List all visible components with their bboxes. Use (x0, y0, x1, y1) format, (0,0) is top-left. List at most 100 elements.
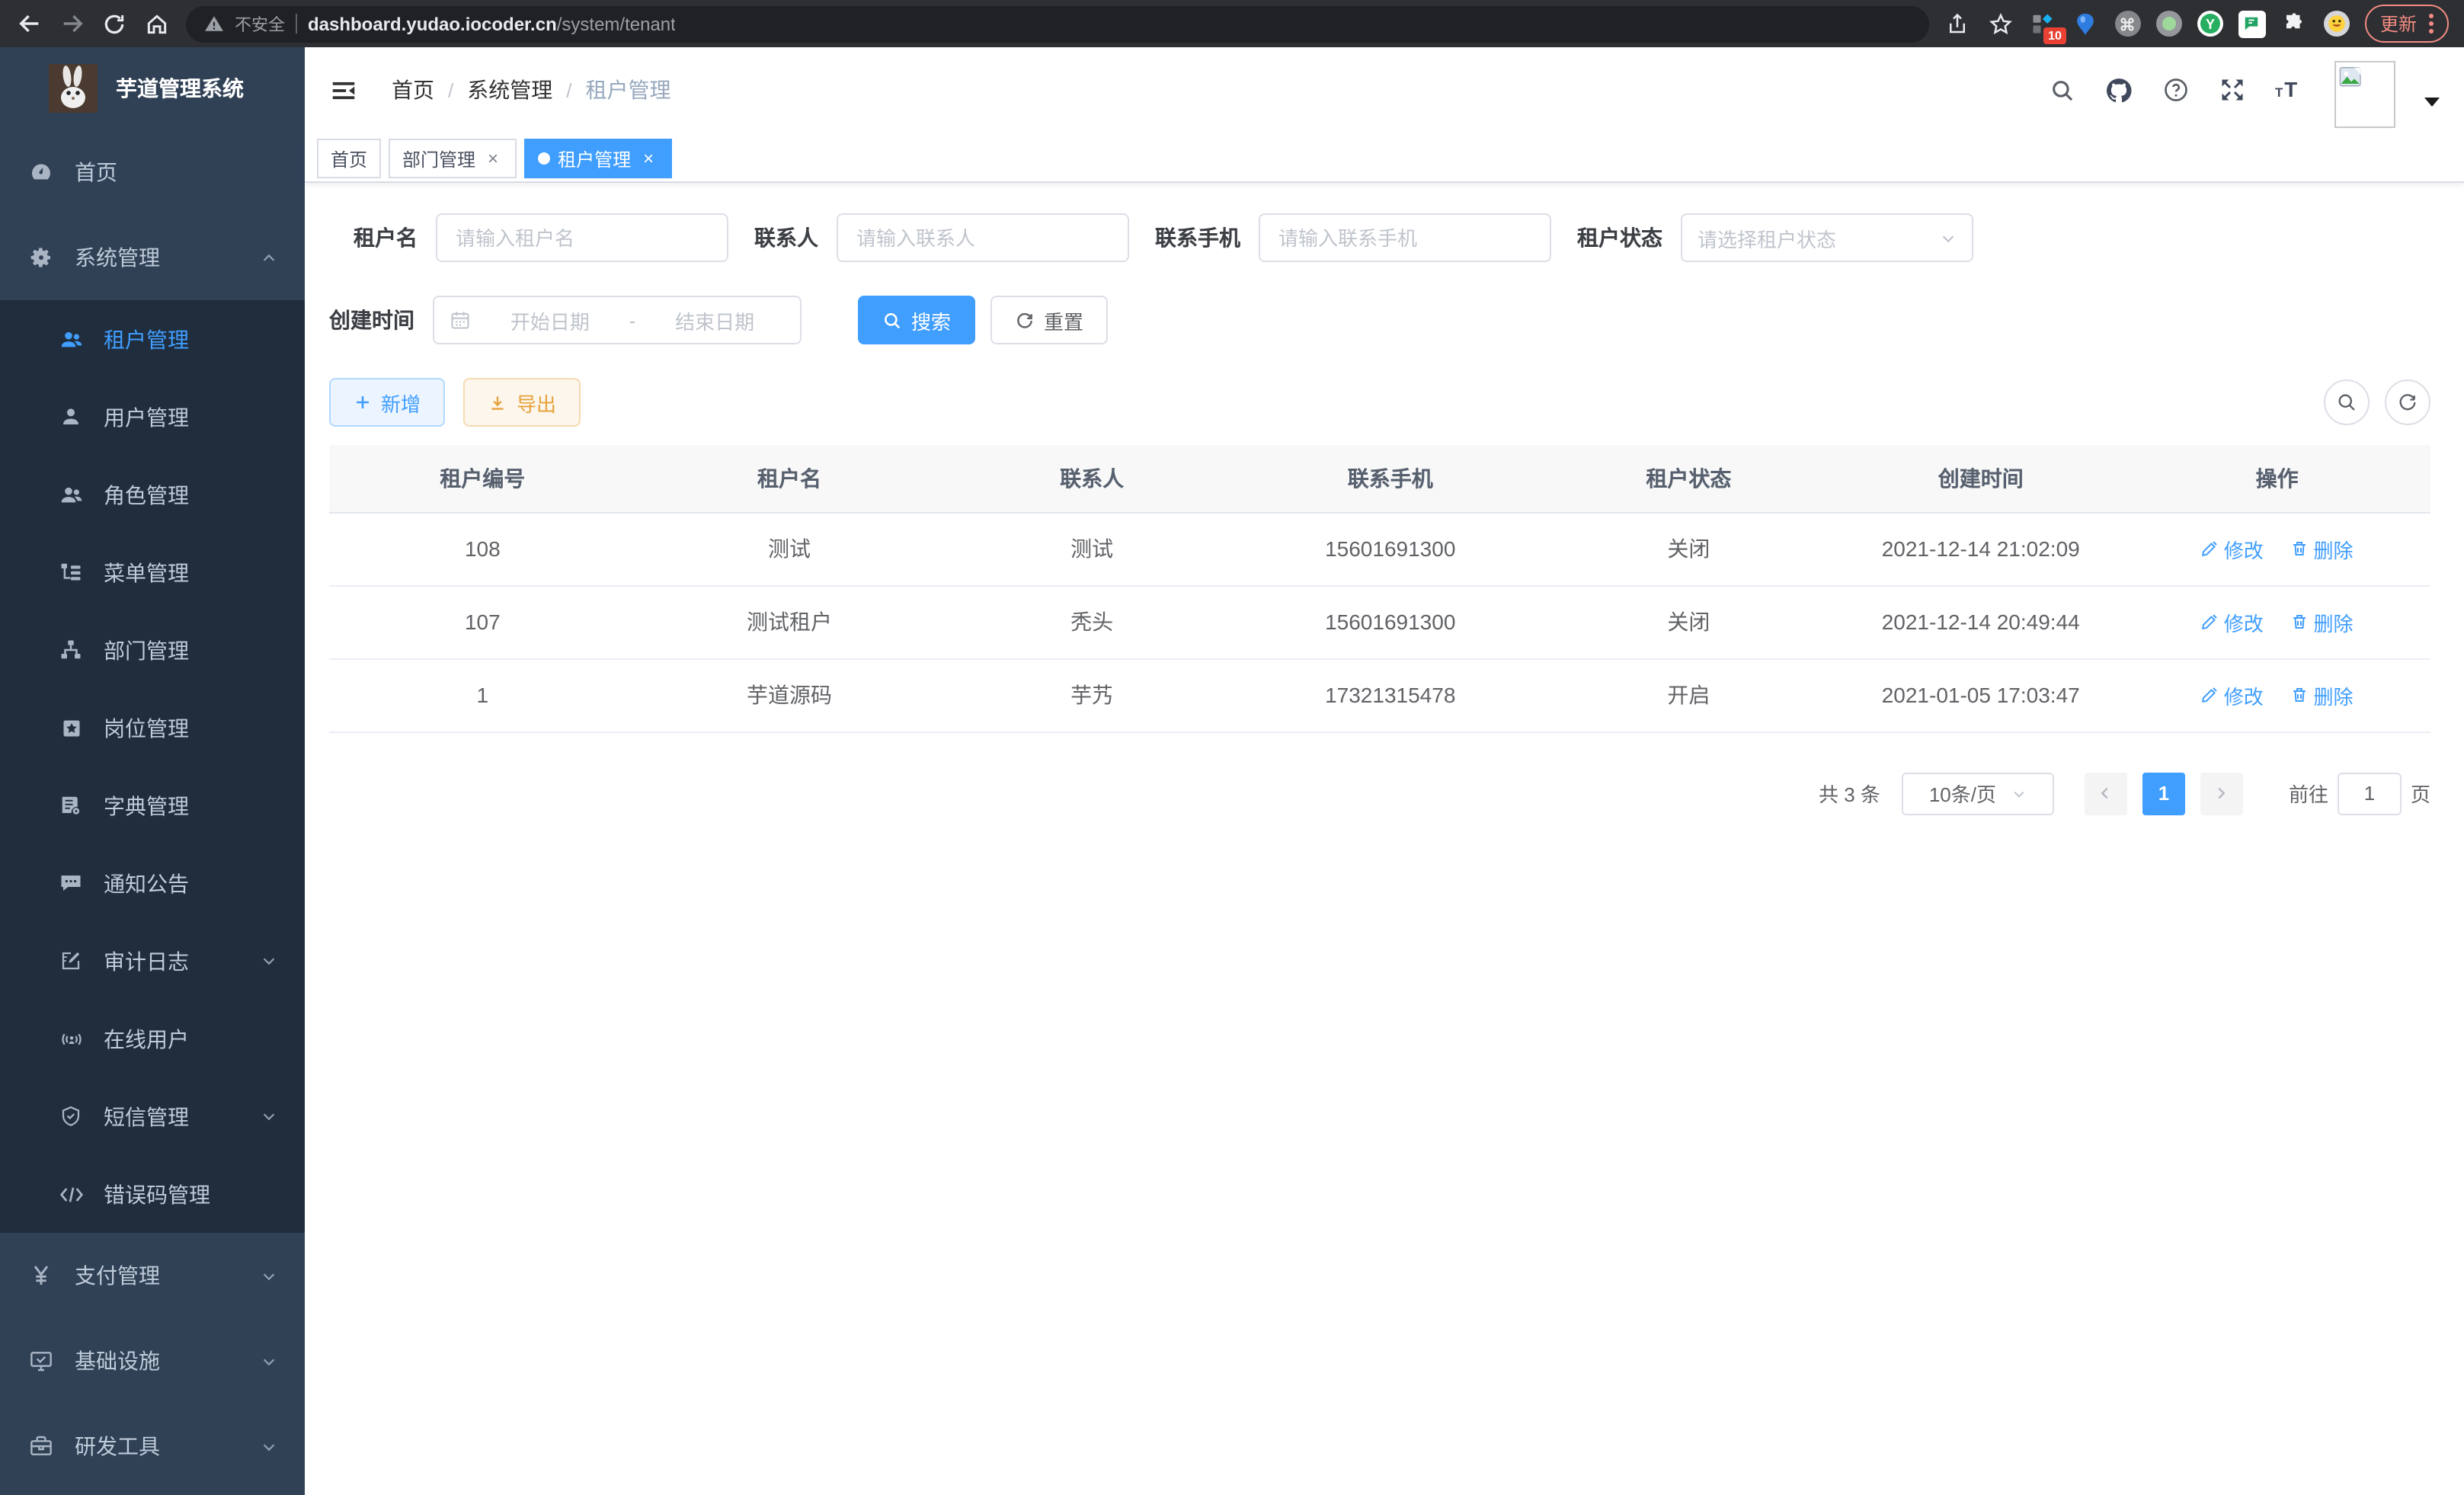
cell-status: 开启 (1540, 658, 1838, 731)
share-icon[interactable] (1944, 10, 1972, 37)
contact-label: 联系人 (754, 222, 818, 253)
date-separator: - (629, 309, 636, 331)
delete-link[interactable]: 删除 (2291, 680, 2354, 709)
breadcrumb-home[interactable]: 首页 (392, 75, 434, 105)
edit-link[interactable]: 修改 (2201, 680, 2264, 709)
org-tree-icon (58, 639, 84, 661)
sidebar-item-label: 字典管理 (104, 790, 189, 821)
tab-dept[interactable]: 部门管理× (389, 139, 517, 178)
extension-command-icon[interactable] (2115, 11, 2141, 37)
gear-icon (27, 245, 53, 270)
sidebar-item-notice[interactable]: 通知公告 (0, 844, 305, 922)
tab-home[interactable]: 首页 (317, 139, 381, 178)
refresh-table-button[interactable] (2385, 379, 2430, 425)
navbar-right: TT (2050, 52, 2440, 128)
browser-menu-kebab-icon[interactable] (2429, 14, 2434, 34)
extension-grey-dot-icon[interactable] (2156, 11, 2182, 37)
sidebar-item-dict[interactable]: 字典管理 (0, 767, 305, 844)
extensions-puzzle-icon[interactable] (2281, 10, 2309, 37)
trash-icon (2291, 539, 2309, 558)
bookmark-star-icon[interactable] (1987, 10, 2014, 37)
close-icon[interactable]: × (638, 149, 658, 168)
sidebar-item-system[interactable]: 系统管理 (0, 215, 305, 300)
trash-icon (2291, 686, 2309, 704)
mobile-input[interactable] (1259, 213, 1551, 262)
address-bar[interactable]: 不安全 dashboard.yudao.iocoder.cn/system/te… (186, 5, 1929, 42)
sidebar-item-user[interactable]: 用户管理 (0, 378, 305, 456)
avatar[interactable] (2334, 61, 2395, 128)
extension-balloon-icon[interactable] (2072, 10, 2100, 37)
avatar-dropdown-caret-icon[interactable] (2424, 98, 2440, 107)
tab-tenant[interactable]: 租户管理× (524, 139, 672, 178)
filter-contact: 联系人 (754, 213, 1129, 262)
sidebar-item-errcode[interactable]: 错误码管理 (0, 1155, 305, 1233)
page-1-button[interactable]: 1 (2142, 772, 2185, 815)
extension-badge: 10 (2043, 27, 2066, 43)
sidebar-item-tenant[interactable]: 租户管理 (0, 300, 305, 378)
sidebar-item-label: 错误码管理 (104, 1179, 210, 1209)
sidebar-item-dept[interactable]: 部门管理 (0, 611, 305, 689)
home-icon[interactable] (143, 10, 171, 37)
tenant-name-label: 租户名 (329, 222, 418, 253)
yen-icon (27, 1263, 53, 1288)
delete-link[interactable]: 删除 (2291, 534, 2354, 563)
prev-page-button[interactable] (2085, 772, 2127, 815)
edit-link[interactable]: 修改 (2201, 607, 2264, 636)
show-search-toggle-button[interactable] (2324, 379, 2370, 425)
github-icon[interactable] (2104, 75, 2133, 104)
breadcrumb-system[interactable]: 系统管理 (467, 75, 552, 105)
plus-icon (354, 393, 372, 411)
col-status: 租户状态 (1540, 445, 1838, 512)
reset-button[interactable]: 重置 (990, 296, 1108, 344)
next-page-button[interactable] (2200, 772, 2243, 815)
status-select[interactable]: 请选择租户状态 (1681, 213, 1973, 262)
sidebar-item-infra[interactable]: 基础设施 (0, 1318, 305, 1404)
sidebar-item-online-user[interactable]: 在线用户 (0, 1000, 305, 1077)
export-button[interactable]: 导出 (463, 378, 581, 427)
breadcrumb-current: 租户管理 (586, 75, 671, 105)
warning-icon (204, 14, 224, 34)
menu-fold-icon[interactable] (329, 75, 358, 104)
app-logo[interactable]: 芋道管理系统 (0, 47, 305, 130)
user-group-icon (58, 482, 84, 507)
sidebar-item-role[interactable]: 角色管理 (0, 456, 305, 533)
sidebar-item-pay[interactable]: 支付管理 (0, 1233, 305, 1318)
col-actions: 操作 (2123, 445, 2430, 512)
sidebar-item-devtools[interactable]: 研发工具 (0, 1404, 305, 1489)
search-button[interactable]: 搜索 (858, 296, 975, 344)
close-icon[interactable]: × (483, 149, 503, 168)
browser-update-button[interactable]: 更新 (2365, 5, 2449, 43)
contact-input[interactable] (837, 213, 1129, 262)
search-icon[interactable] (2050, 77, 2075, 103)
system-submenu: 租户管理 用户管理 角色管理 菜单管理 部门管理 (0, 300, 305, 1233)
cell-name: 芋道源码 (636, 658, 943, 731)
add-button[interactable]: 新增 (329, 378, 445, 427)
font-size-icon[interactable]: TT (2275, 78, 2306, 102)
sidebar-item-sms[interactable]: 短信管理 (0, 1077, 305, 1155)
edit-link[interactable]: 修改 (2201, 534, 2264, 563)
forward-icon[interactable] (58, 10, 85, 37)
sidebar-item-post[interactable]: 岗位管理 (0, 689, 305, 767)
sidebar-item-home[interactable]: 首页 (0, 130, 305, 215)
delete-link[interactable]: 删除 (2291, 607, 2354, 636)
tenant-name-input[interactable] (436, 213, 728, 262)
add-button-label: 新增 (381, 388, 421, 417)
extension-chat-icon[interactable] (2238, 10, 2266, 37)
sidebar-item-audit-log[interactable]: 审计日志 (0, 922, 305, 1000)
fullscreen-icon[interactable] (2219, 76, 2246, 104)
help-icon[interactable] (2162, 76, 2190, 104)
download-icon (488, 392, 507, 412)
extension-emoji-icon[interactable] (2324, 11, 2350, 37)
extension-y-icon[interactable]: Y (2197, 11, 2223, 37)
sidebar-item-menu[interactable]: 菜单管理 (0, 533, 305, 611)
reload-icon[interactable] (101, 10, 128, 37)
page-size-select[interactable]: 10条/页 (1902, 772, 2054, 815)
date-range-picker[interactable]: 开始日期 - 结束日期 (433, 296, 802, 344)
chevron-down-icon (261, 952, 277, 969)
calendar-icon (450, 309, 471, 331)
sidebar-item-label: 通知公告 (104, 868, 189, 898)
back-icon[interactable] (15, 10, 43, 37)
cell-id: 107 (329, 585, 636, 658)
extension-tag-assistant-icon[interactable]: 10 (2030, 10, 2057, 37)
goto-page-input[interactable] (2338, 772, 2402, 815)
